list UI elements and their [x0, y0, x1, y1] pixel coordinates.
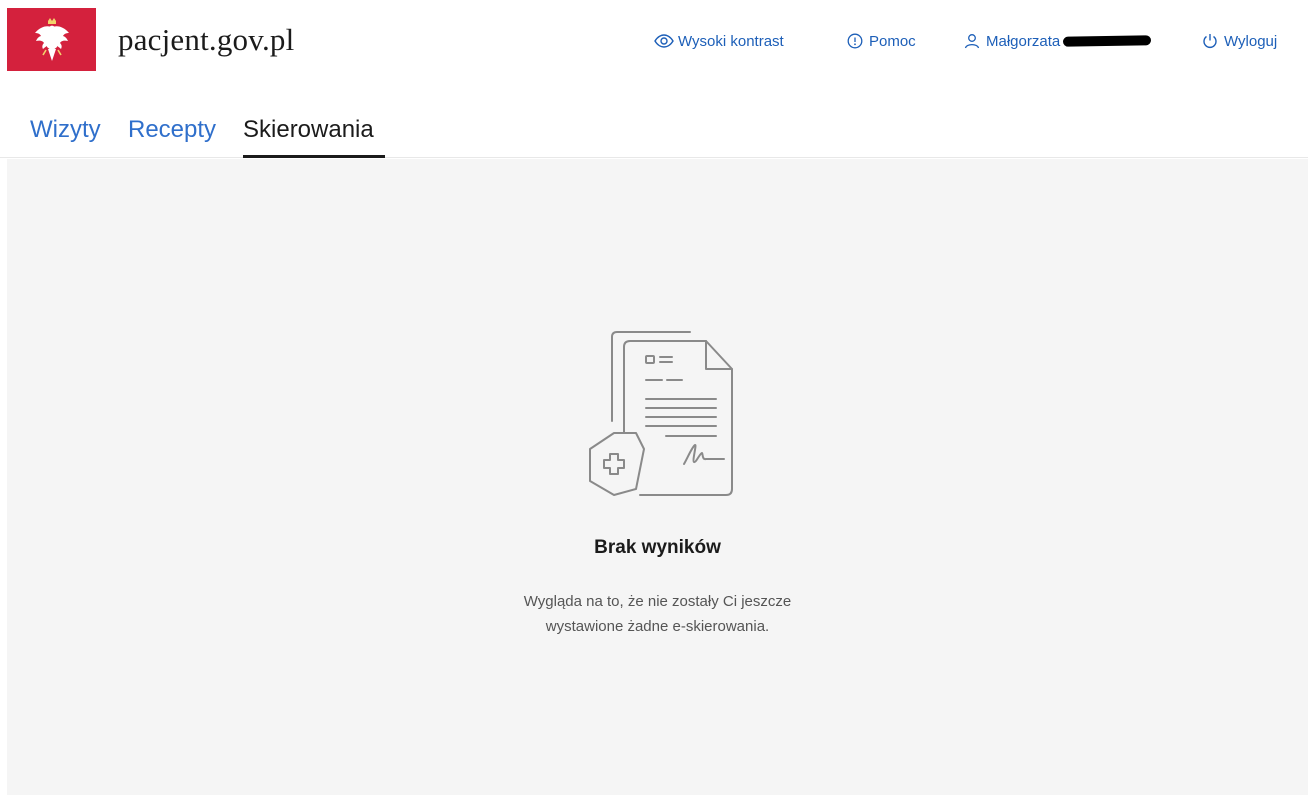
user-account-button[interactable]: Małgorzata — [962, 30, 1152, 52]
user-name-label: Małgorzata — [986, 32, 1061, 50]
eye-icon — [654, 32, 674, 50]
top-header: pacjent.gov.pl Wysoki kontrast Pomoc Mał… — [0, 0, 1308, 80]
tab-skierowania[interactable]: Skierowania — [243, 116, 374, 144]
section-tabs: Wizyty Recepty Skierowania — [0, 110, 1308, 158]
document-medical-icon — [582, 329, 742, 499]
tab-wizyty[interactable]: Wizyty — [30, 116, 101, 144]
empty-state-description-line-2: wystawione żadne e-skierowania. — [545, 618, 770, 635]
high-contrast-label: Wysoki kontrast — [678, 32, 784, 50]
info-circle-icon — [845, 32, 865, 50]
site-title[interactable]: pacjent.gov.pl — [118, 22, 294, 58]
power-icon — [1200, 32, 1220, 50]
tab-recepty[interactable]: Recepty — [128, 116, 216, 144]
user-icon — [962, 32, 982, 50]
help-label: Pomoc — [869, 32, 916, 50]
high-contrast-button[interactable]: Wysoki kontrast — [654, 30, 784, 52]
redacted-surname — [1063, 35, 1152, 47]
logout-button[interactable]: Wyloguj — [1200, 30, 1277, 52]
polish-eagle-icon[interactable] — [7, 8, 96, 71]
empty-state-description-line-1: Wygląda na to, że nie zostały Ci jeszcze — [523, 593, 792, 610]
empty-state-description: Wygląda na to, że nie zostały Ci jeszcze… — [7, 589, 1308, 639]
logout-label: Wyloguj — [1224, 32, 1278, 50]
empty-state-panel: Brak wyników Wygląda na to, że nie zosta… — [7, 159, 1308, 795]
empty-state-title: Brak wyników — [594, 537, 721, 558]
help-button[interactable]: Pomoc — [845, 30, 916, 52]
active-tab-indicator — [243, 155, 385, 158]
